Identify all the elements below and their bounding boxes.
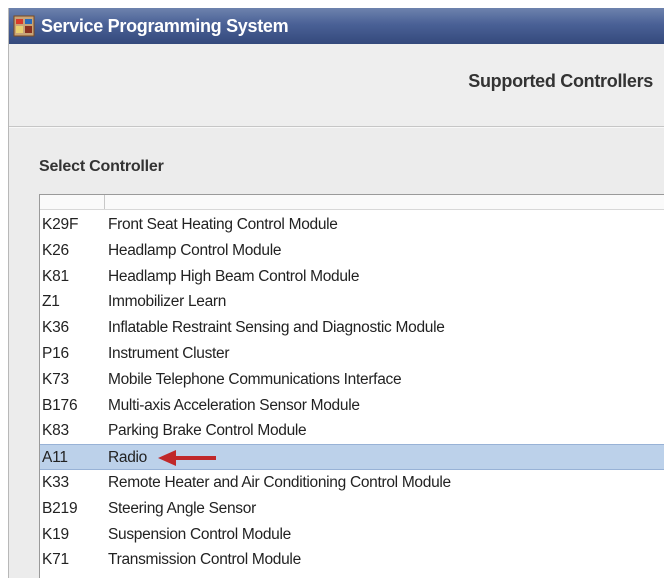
controller-code: K83: [42, 422, 69, 440]
controller-row[interactable]: K33 Remote Heater and Air Conditioning Co…: [40, 470, 664, 496]
controller-row[interactable]: B176 Multi-axis Acceleration Sensor Modul…: [40, 393, 664, 419]
divider: [9, 127, 664, 128]
controller-row[interactable]: K73 Mobile Telephone Communications Inter…: [40, 367, 664, 393]
controller-rows: K29F Front Seat Heating Control Module K26…: [40, 212, 664, 573]
controller-name: Front Seat Heating Control Module: [108, 216, 338, 233]
section-title: Supported Controllers: [468, 71, 653, 91]
controller-name: Transmission Control Module: [108, 551, 301, 569]
controller-row[interactable]: B219 Steering Angle Sensor: [40, 496, 664, 522]
controller-row[interactable]: P16 Instrument Cluster: [40, 341, 664, 367]
app-window: Service Programming System Supported Con…: [8, 8, 664, 578]
controller-name: Instrument Cluster: [108, 344, 230, 362]
controller-code: B176: [42, 396, 78, 414]
controller-row[interactable]: K26 Headlamp Control Module: [40, 238, 664, 264]
controller-name: Mobile Telephone Communications Interfac…: [108, 370, 402, 388]
controller-code: A11: [42, 449, 68, 467]
controller-name: Headlamp High Beam Control Module: [108, 267, 360, 285]
controller-name: Suspension Control Module: [108, 525, 291, 543]
controller-row[interactable]: K36 Inflatable Restraint Sensing and Diag…: [40, 315, 664, 341]
controller-code: Z1: [42, 293, 60, 311]
controller-row[interactable]: A11 Radio: [40, 444, 664, 470]
red-arrow-icon: [158, 450, 216, 467]
controller-code: K71: [42, 551, 69, 569]
controller-code: P16: [42, 344, 69, 362]
controller-code: K73: [42, 370, 69, 388]
column-separator[interactable]: [104, 195, 105, 209]
controller-name: Multi-axis Acceleration Sensor Module: [108, 396, 360, 414]
controller-code: K36: [42, 319, 69, 337]
controller-code: K81: [42, 267, 69, 285]
controller-row[interactable]: K19 Suspension Control Module: [40, 522, 664, 548]
controller-name: Radio: [108, 449, 147, 467]
controller-row[interactable]: K83 Parking Brake Control Module: [40, 418, 664, 444]
controller-name: Immobilizer Learn: [108, 293, 227, 311]
controller-name: Headlamp Control Module: [108, 241, 282, 259]
controller-row[interactable]: Z1 Immobilizer Learn: [40, 289, 664, 315]
title-bar[interactable]: Service Programming System: [9, 8, 664, 44]
header-panel: Supported Controllers: [9, 44, 664, 127]
window-title: Service Programming System: [41, 15, 289, 36]
list-header[interactable]: [40, 195, 664, 210]
controller-list[interactable]: K29F Front Seat Heating Control Module K26…: [39, 194, 664, 578]
controller-code: K33: [42, 473, 69, 491]
controller-row[interactable]: K29F Front Seat Heating Control Module: [40, 212, 664, 238]
controller-row[interactable]: K81 Headlamp High Beam Control Module: [40, 264, 664, 290]
controller-code: K19: [42, 525, 69, 543]
controller-name: Remote Heater and Air Conditioning Contr…: [108, 473, 451, 491]
controller-code: B219: [42, 499, 78, 517]
select-controller-label: Select Controller: [39, 158, 164, 175]
controller-name: Steering Angle Sensor: [108, 499, 256, 517]
controller-row[interactable]: K71 Transmission Control Module: [40, 547, 664, 573]
controller-name: Parking Brake Control Module: [108, 422, 307, 440]
controller-code: K29F: [42, 216, 79, 233]
controller-code: K26: [42, 241, 69, 259]
controller-name: Inflatable Restraint Sensing and Diagnos…: [108, 319, 445, 337]
sps-app-icon: [13, 15, 35, 37]
